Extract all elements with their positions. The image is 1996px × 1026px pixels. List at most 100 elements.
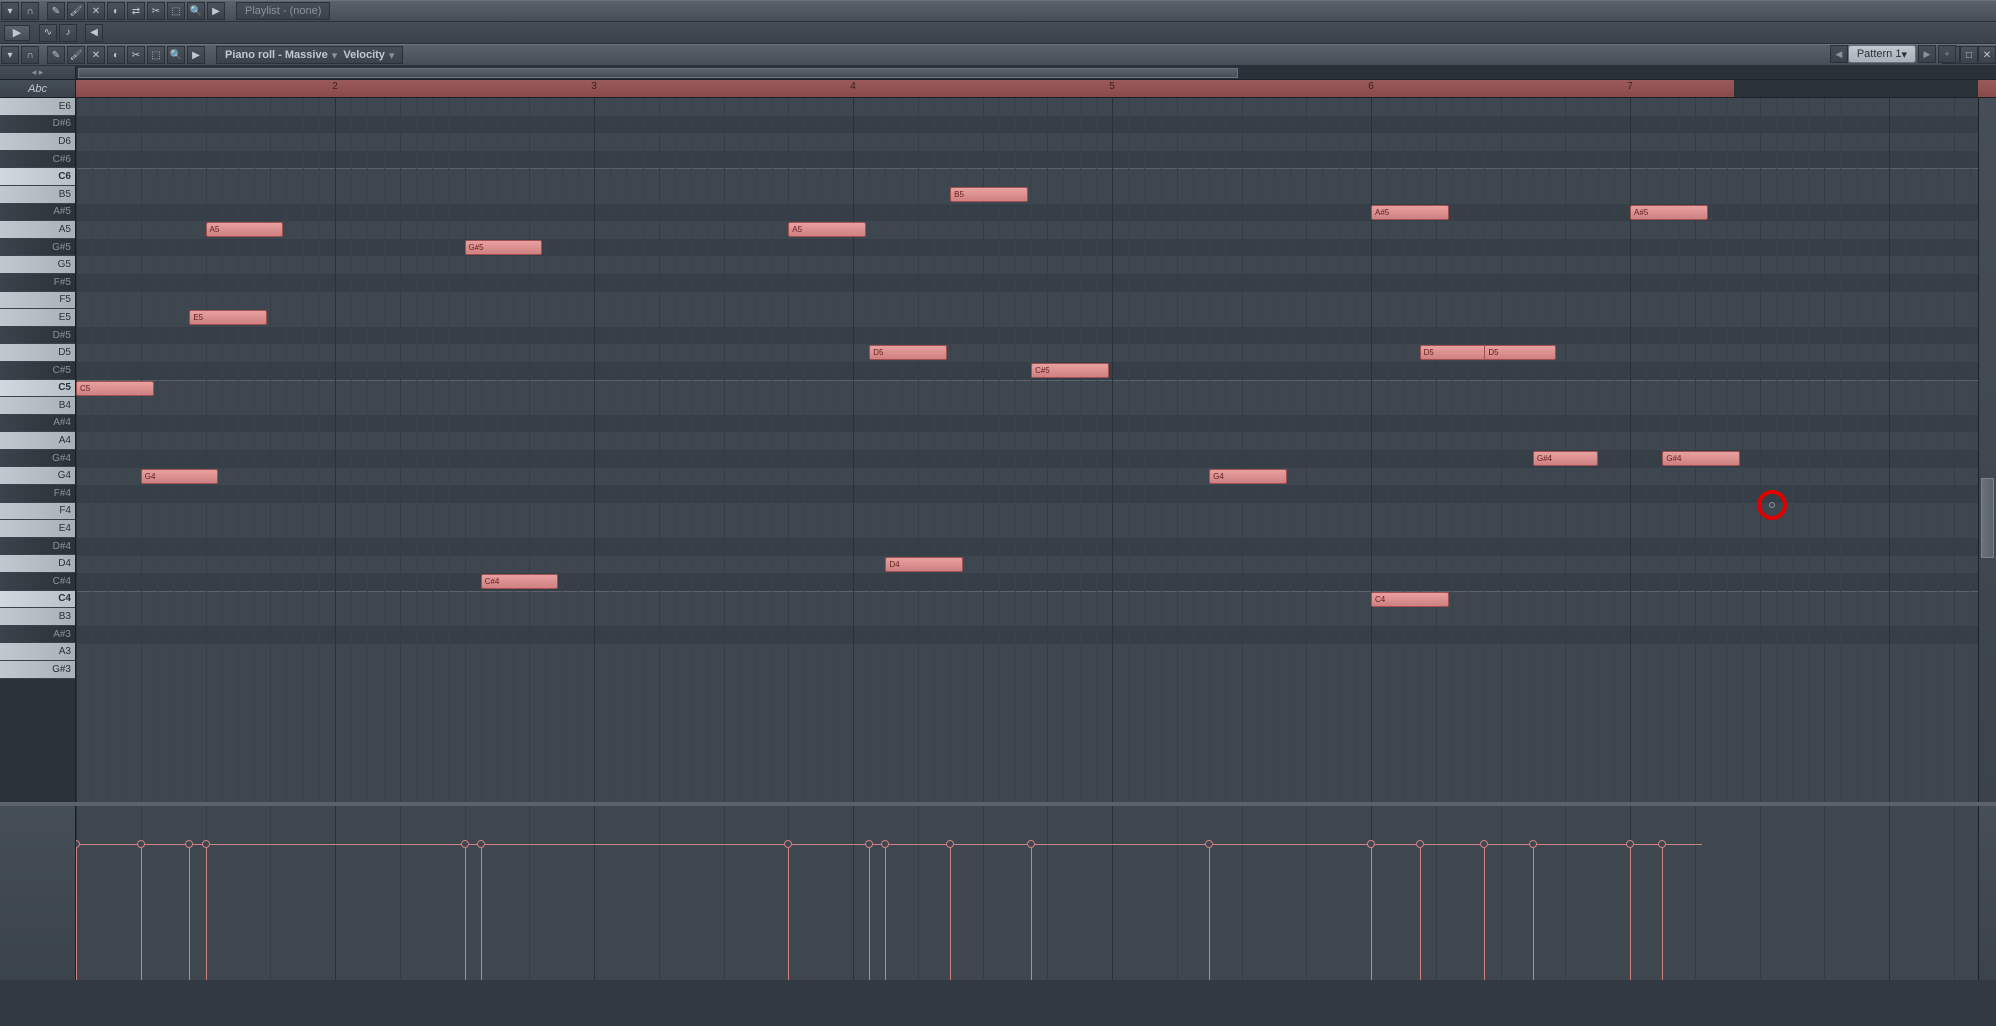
transport-bar: ▶ ∿ ♪ ◀: [0, 22, 1996, 44]
note-grid[interactable]: C5G4E5A5G#5C#4A5D5D4B5C#5G4A#5C4D5D5G#4A…: [76, 98, 1978, 802]
key-D#6[interactable]: D#6: [0, 116, 75, 134]
key-A5[interactable]: A5: [0, 221, 75, 239]
slip-tool-icon[interactable]: ⇄: [127, 2, 145, 20]
note[interactable]: D5: [869, 345, 947, 360]
key-G#4[interactable]: G#4: [0, 450, 75, 468]
pianoroll-toolbar: ▾ ∩ ✎ 🖌 ✕ ◐ ✂ ⬚ 🔍 ▶ Piano roll - Massive…: [0, 44, 1996, 66]
snap-icon[interactable]: ∩: [21, 2, 39, 20]
note[interactable]: B5: [950, 187, 1028, 202]
key-E4[interactable]: E4: [0, 520, 75, 538]
note[interactable]: A#5: [1371, 205, 1449, 220]
key-F#5[interactable]: F#5: [0, 274, 75, 292]
key-G#3[interactable]: G#3: [0, 661, 75, 679]
key-D6[interactable]: D6: [0, 133, 75, 151]
key-C5[interactable]: C5: [0, 380, 75, 398]
key-C#5[interactable]: C#5: [0, 362, 75, 380]
key-A#5[interactable]: A#5: [0, 204, 75, 222]
pattern-add-icon[interactable]: +: [1938, 45, 1956, 63]
ruler: Abc 2345678: [0, 80, 1996, 98]
play-button[interactable]: ▶: [4, 25, 30, 41]
note[interactable]: G#5: [465, 240, 543, 255]
note[interactable]: G#4: [1662, 451, 1740, 466]
key-C6[interactable]: C6: [0, 168, 75, 186]
note[interactable]: D5: [1484, 345, 1555, 360]
pattern-selector: ◀ Pattern 1 ▾ ▶ +: [1828, 44, 1956, 64]
pr-zoom-icon[interactable]: 🔍: [167, 46, 185, 64]
key-C#4[interactable]: C#4: [0, 573, 75, 591]
note[interactable]: C#4: [481, 574, 559, 589]
piano-keys[interactable]: E6D#6D6C#6C6B5A#5A5G#5G5F#5F5E5D#5D5C#5C…: [0, 98, 76, 802]
mute-tool-icon[interactable]: ◐: [107, 2, 125, 20]
note[interactable]: G4: [141, 469, 219, 484]
select-tool-icon[interactable]: ⬚: [167, 2, 185, 20]
zoom-tool-icon[interactable]: 🔍: [187, 2, 205, 20]
playlist-toolbar: ▾ ∩ ✎ 🖌 ✕ ◐ ⇄ ✂ ⬚ 🔍 ▶ Playlist - (none): [0, 0, 1996, 22]
key-D5[interactable]: D5: [0, 344, 75, 362]
pattern-prev-icon[interactable]: ◀: [1830, 45, 1848, 63]
pr-delete-icon[interactable]: ✕: [87, 46, 105, 64]
note[interactable]: A5: [788, 222, 866, 237]
pattern-next-icon[interactable]: ▶: [1918, 45, 1936, 63]
pianoroll-title: Piano roll - Massive ▾ Velocity ▾: [216, 46, 403, 64]
note[interactable]: C5: [76, 381, 154, 396]
key-D4[interactable]: D4: [0, 555, 75, 573]
note-icon[interactable]: ♪: [59, 24, 77, 42]
maximize-icon[interactable]: □: [1960, 46, 1978, 64]
scroll-zoom-icon[interactable]: ◂ ▸: [0, 66, 76, 79]
v-scroll-thumb[interactable]: [1981, 478, 1994, 558]
key-D#4[interactable]: D#4: [0, 538, 75, 556]
playlist-title: Playlist - (none): [236, 2, 330, 20]
note[interactable]: C#5: [1031, 363, 1109, 378]
key-E6[interactable]: E6: [0, 98, 75, 116]
key-E5[interactable]: E5: [0, 309, 75, 327]
h-scroll-thumb[interactable]: [78, 68, 1238, 78]
key-G4[interactable]: G4: [0, 467, 75, 485]
note[interactable]: G#4: [1533, 451, 1598, 466]
velocity-grid[interactable]: [76, 806, 1978, 980]
key-D#5[interactable]: D#5: [0, 327, 75, 345]
pr-menu-icon[interactable]: ▾: [1, 46, 19, 64]
paint-tool-icon[interactable]: 🖌: [67, 2, 85, 20]
key-C#6[interactable]: C#6: [0, 151, 75, 169]
note[interactable]: G4: [1209, 469, 1287, 484]
scroll-left-icon[interactable]: ◀: [85, 24, 103, 42]
play-tool-icon[interactable]: ▶: [207, 2, 225, 20]
key-A#4[interactable]: A#4: [0, 415, 75, 433]
note[interactable]: D5: [1420, 345, 1491, 360]
pr-mute-icon[interactable]: ◐: [107, 46, 125, 64]
h-scrollbar[interactable]: [76, 66, 1996, 79]
ruler-mode[interactable]: Abc: [0, 80, 76, 97]
close-icon[interactable]: ✕: [1978, 46, 1996, 64]
key-F5[interactable]: F5: [0, 292, 75, 310]
note[interactable]: C4: [1371, 592, 1449, 607]
pr-snap-icon[interactable]: ∩: [21, 46, 39, 64]
timeline[interactable]: 2345678: [76, 80, 1996, 97]
pr-slice-icon[interactable]: ✂: [127, 46, 145, 64]
v-scrollbar[interactable]: [1978, 98, 1996, 802]
pr-paint-icon[interactable]: 🖌: [67, 46, 85, 64]
key-G#5[interactable]: G#5: [0, 239, 75, 257]
key-B4[interactable]: B4: [0, 397, 75, 415]
key-G5[interactable]: G5: [0, 256, 75, 274]
pattern-dropdown[interactable]: Pattern 1 ▾: [1848, 45, 1916, 63]
pr-play-icon[interactable]: ▶: [187, 46, 205, 64]
pr-select-icon[interactable]: ⬚: [147, 46, 165, 64]
draw-tool-icon[interactable]: ✎: [47, 2, 65, 20]
note[interactable]: D4: [885, 557, 963, 572]
key-F4[interactable]: F4: [0, 503, 75, 521]
note[interactable]: E5: [189, 310, 267, 325]
link-icon[interactable]: ∿: [39, 24, 57, 42]
note[interactable]: A#5: [1630, 205, 1708, 220]
key-F#4[interactable]: F#4: [0, 485, 75, 503]
key-C4[interactable]: C4: [0, 591, 75, 609]
slice-tool-icon[interactable]: ✂: [147, 2, 165, 20]
key-A4[interactable]: A4: [0, 432, 75, 450]
menu-icon[interactable]: ▾: [1, 2, 19, 20]
key-A3[interactable]: A3: [0, 643, 75, 661]
key-A#3[interactable]: A#3: [0, 626, 75, 644]
key-B3[interactable]: B3: [0, 608, 75, 626]
note[interactable]: A5: [206, 222, 284, 237]
key-B5[interactable]: B5: [0, 186, 75, 204]
pr-draw-icon[interactable]: ✎: [47, 46, 65, 64]
delete-tool-icon[interactable]: ✕: [87, 2, 105, 20]
